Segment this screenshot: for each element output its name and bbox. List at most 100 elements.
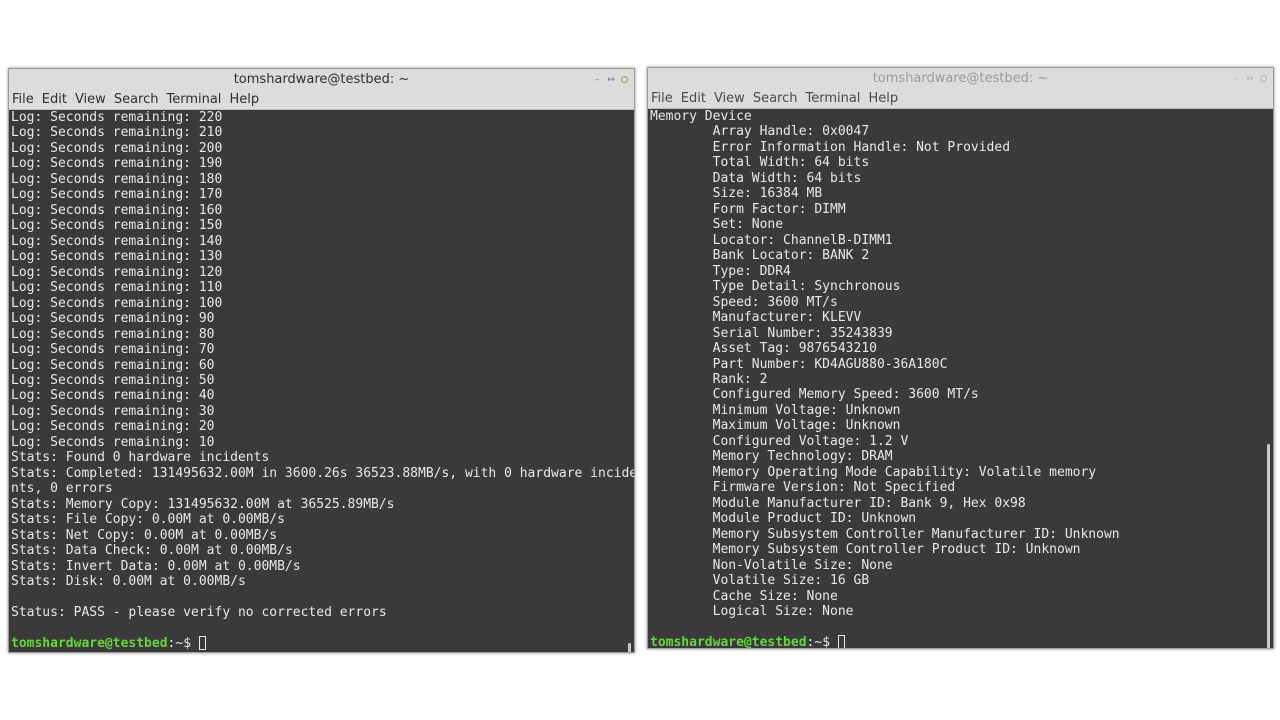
- menu-view[interactable]: View: [75, 90, 106, 109]
- output-line: Array Handle: 0x0047: [650, 124, 870, 140]
- close-icon[interactable]: [621, 76, 628, 83]
- window-title: tomshardware@testbed: ~: [872, 71, 1049, 86]
- output-lines: Log: Seconds remaining: 220 Log: Seconds…: [9, 110, 634, 636]
- output-line: Log: Seconds remaining: 40: [11, 388, 215, 404]
- title-bar[interactable]: tomshardware@testbed: ~ – ↔: [9, 69, 634, 90]
- output-line: Log: Seconds remaining: 150: [11, 218, 223, 234]
- output-line: Log: Seconds remaining: 170: [11, 187, 223, 203]
- output-line: Module Product ID: Unknown: [650, 511, 917, 527]
- output-line: Non-Volatile Size: None: [650, 557, 893, 573]
- output-line: Log: Seconds remaining: 110: [11, 280, 223, 296]
- output-line: Memory Technology: DRAM: [650, 449, 893, 465]
- menu-search[interactable]: Search: [753, 89, 798, 108]
- menu-file[interactable]: File: [12, 90, 34, 109]
- output-line: Speed: 3600 MT/s: [650, 294, 838, 310]
- terminal-window-right[interactable]: tomshardware@testbed: ~ – ↔ File Edit Vi…: [647, 67, 1274, 649]
- output-line: Manufacturer: KLEVV: [650, 310, 862, 326]
- output-line: Type Detail: Synchronous: [650, 279, 901, 295]
- output-line: Log: Seconds remaining: 140: [11, 233, 223, 249]
- output-line: Firmware Version: Not Specified: [650, 480, 956, 496]
- output-line: Data Width: 64 bits: [650, 170, 862, 186]
- prompt-path: :~$: [806, 634, 838, 648]
- output-line: Status: PASS - please verify no correcte…: [11, 605, 387, 620]
- command-prompt[interactable]: tomshardware@testbed:~$: [648, 634, 1273, 648]
- output-line: Serial Number: 35243839: [650, 325, 893, 341]
- output-line: Cache Size: None: [650, 588, 838, 604]
- output-line: Stats: Disk: 0.00M at 0.00MB/s: [11, 574, 246, 590]
- output-line: Stats: Found 0 hardware incidents: [11, 450, 270, 466]
- menu-file[interactable]: File: [651, 89, 673, 108]
- prompt-user: tomshardware@testbed: [650, 634, 807, 648]
- output-line: Stats: Net Copy: 0.00M at 0.00MB/s: [11, 527, 278, 543]
- window-controls: – ↔: [1232, 68, 1267, 89]
- output-line: Log: Seconds remaining: 70: [11, 342, 215, 358]
- output-line: nts, 0 errors: [11, 481, 113, 497]
- maximize-icon[interactable]: ↔: [607, 75, 615, 84]
- terminal-window-left[interactable]: tomshardware@testbed: ~ – ↔ File Edit Vi…: [8, 68, 635, 653]
- output-line: Configured Voltage: 1.2 V: [650, 433, 909, 449]
- output-line: Rank: 2: [650, 371, 768, 387]
- text-cursor: [198, 635, 206, 650]
- output-line: Stats: File Copy: 0.00M at 0.00MB/s: [11, 512, 285, 528]
- menu-view[interactable]: View: [714, 89, 745, 108]
- output-line: Stats: Completed: 131495632.00M in 3600.…: [11, 465, 634, 481]
- text-cursor: [837, 634, 845, 648]
- output-line: Log: Seconds remaining: 80: [11, 326, 215, 342]
- prompt-user: tomshardware@testbed: [11, 635, 168, 651]
- menu-terminal[interactable]: Terminal: [166, 90, 221, 109]
- output-line: Volatile Size: 16 GB: [650, 573, 870, 589]
- title-bar[interactable]: tomshardware@testbed: ~ – ↔: [648, 68, 1273, 89]
- menu-edit[interactable]: Edit: [42, 90, 67, 109]
- output-line: Log: Seconds remaining: 30: [11, 403, 215, 419]
- maximize-icon[interactable]: ↔: [1246, 74, 1254, 83]
- output-line: Memory Device: [650, 109, 752, 124]
- output-line: Log: Seconds remaining: 210: [11, 125, 223, 141]
- output-line: Stats: Data Check: 0.00M at 0.00MB/s: [11, 543, 293, 559]
- menu-edit[interactable]: Edit: [681, 89, 706, 108]
- output-line: Log: Seconds remaining: 20: [11, 419, 215, 435]
- window-controls: – ↔: [593, 69, 628, 90]
- output-line: Log: Seconds remaining: 220: [11, 110, 223, 125]
- output-line: Memory Operating Mode Capability: Volati…: [650, 464, 1097, 480]
- menu-help[interactable]: Help: [229, 90, 259, 109]
- output-line: Form Factor: DIMM: [650, 201, 846, 217]
- output-line: Log: Seconds remaining: 10: [11, 434, 215, 450]
- scrollbar[interactable]: [1267, 444, 1270, 648]
- output-line: Log: Seconds remaining: 180: [11, 171, 223, 187]
- menu-search[interactable]: Search: [114, 90, 159, 109]
- command-prompt[interactable]: tomshardware@testbed:~$: [9, 635, 634, 651]
- output-line: Type: DDR4: [650, 263, 791, 279]
- menu-terminal[interactable]: Terminal: [805, 89, 860, 108]
- output-line: Memory Subsystem Controller Product ID: …: [650, 542, 1081, 558]
- output-line: Error Information Handle: Not Provided: [650, 139, 1011, 155]
- output-line: Log: Seconds remaining: 90: [11, 311, 215, 327]
- menu-bar: File Edit View Search Terminal Help: [648, 89, 1273, 109]
- output-line: Size: 16384 MB: [650, 186, 823, 202]
- scrollbar[interactable]: [628, 643, 631, 652]
- output-line: Set: None: [650, 217, 784, 233]
- menu-help[interactable]: Help: [868, 89, 898, 108]
- output-lines: Memory Device Array Handle: 0x0047 Error…: [648, 109, 1273, 635]
- output-line: Configured Memory Speed: 3600 MT/s: [650, 387, 979, 403]
- window-title: tomshardware@testbed: ~: [233, 72, 410, 87]
- output-line: Log: Seconds remaining: 100: [11, 295, 223, 311]
- output-line: Stats: Memory Copy: 131495632.00M at 365…: [11, 496, 395, 512]
- terminal-output[interactable]: Log: Seconds remaining: 220 Log: Seconds…: [9, 110, 634, 652]
- output-line: Stats: Invert Data: 0.00M at 0.00MB/s: [11, 558, 301, 574]
- output-line: Log: Seconds remaining: 130: [11, 249, 223, 265]
- output-line: Module Manufacturer ID: Bank 9, Hex 0x98: [650, 495, 1026, 511]
- close-icon[interactable]: [1260, 75, 1267, 82]
- prompt-path: :~$: [167, 635, 199, 651]
- output-line: Log: Seconds remaining: 190: [11, 156, 223, 172]
- output-line: Maximum Voltage: Unknown: [650, 418, 901, 434]
- output-line: Log: Seconds remaining: 50: [11, 372, 215, 388]
- output-line: Log: Seconds remaining: 120: [11, 264, 223, 280]
- output-line: Log: Seconds remaining: 200: [11, 140, 223, 156]
- output-line: Asset Tag: 9876543210: [650, 341, 877, 357]
- minimize-icon[interactable]: –: [1232, 74, 1240, 83]
- minimize-icon[interactable]: –: [593, 75, 601, 84]
- output-line: Locator: ChannelB-DIMM1: [650, 232, 893, 248]
- output-line: Bank Locator: BANK 2: [650, 248, 870, 264]
- terminal-output[interactable]: Memory Device Array Handle: 0x0047 Error…: [648, 109, 1273, 648]
- output-line: Minimum Voltage: Unknown: [650, 402, 901, 418]
